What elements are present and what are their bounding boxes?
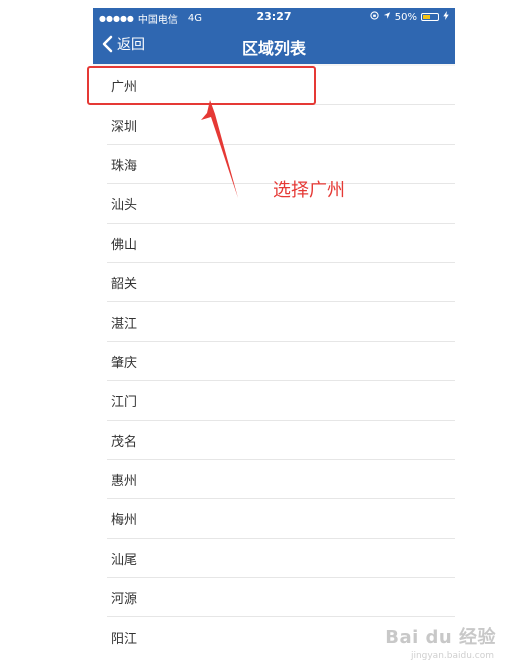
status-right: 50%	[370, 11, 449, 23]
region-item-label: 江门	[111, 395, 138, 411]
region-item-label: 深圳	[111, 119, 138, 135]
annotation-text: 选择广州	[273, 180, 345, 201]
orientation-lock-icon	[370, 11, 379, 23]
baidu-watermark-url: jingyan.baidu.com	[410, 651, 494, 661]
region-item-1[interactable]: 深圳	[93, 105, 455, 146]
region-item-9[interactable]: 茂名	[93, 421, 455, 461]
region-item-12[interactable]: 汕尾	[93, 539, 455, 579]
battery-fill	[423, 15, 430, 19]
region-item-label: 汕头	[111, 198, 138, 214]
region-item-8[interactable]: 江门	[93, 381, 455, 421]
region-item-label: 茂名	[111, 434, 138, 450]
region-item-5[interactable]: 韶关	[93, 263, 455, 303]
region-item-label: 佛山	[111, 237, 138, 253]
region-item-label: 汕尾	[111, 552, 138, 568]
region-list: 广州 深圳 珠海 汕头 佛山 韶关 湛江 肇庆 江门 茂名 惠州 梅州 汕尾 河源 阳江	[93, 66, 455, 654]
region-item-7[interactable]: 肇庆	[93, 342, 455, 382]
region-item-10[interactable]: 惠州	[93, 460, 455, 500]
region-item-label: 韶关	[111, 277, 138, 293]
status-bar: ●●●●● 中国电信 4G 23:27 50%	[93, 8, 455, 26]
charging-bolt-icon	[443, 11, 449, 23]
region-item-6[interactable]: 湛江	[93, 302, 455, 343]
baidu-watermark: Bai du 经验	[385, 627, 496, 648]
region-item-11[interactable]: 梅州	[93, 499, 455, 540]
region-item-label: 肇庆	[111, 355, 138, 371]
region-item-label: 河源	[111, 592, 138, 608]
nav-bar: 返回 区域列表	[93, 26, 455, 64]
region-item-4[interactable]: 佛山	[93, 224, 455, 264]
region-item-label: 梅州	[111, 513, 138, 529]
battery-icon	[421, 13, 439, 21]
battery-percent: 50%	[394, 11, 417, 23]
region-item-13[interactable]: 河源	[93, 578, 455, 618]
highlight-box	[87, 66, 316, 105]
region-item-label: 珠海	[111, 158, 138, 174]
location-arrow-icon	[383, 11, 391, 23]
region-item-label: 阳江	[111, 631, 138, 647]
region-item-label: 惠州	[111, 474, 138, 490]
page-title: 区域列表	[241, 39, 306, 58]
region-item-label: 湛江	[111, 316, 138, 332]
